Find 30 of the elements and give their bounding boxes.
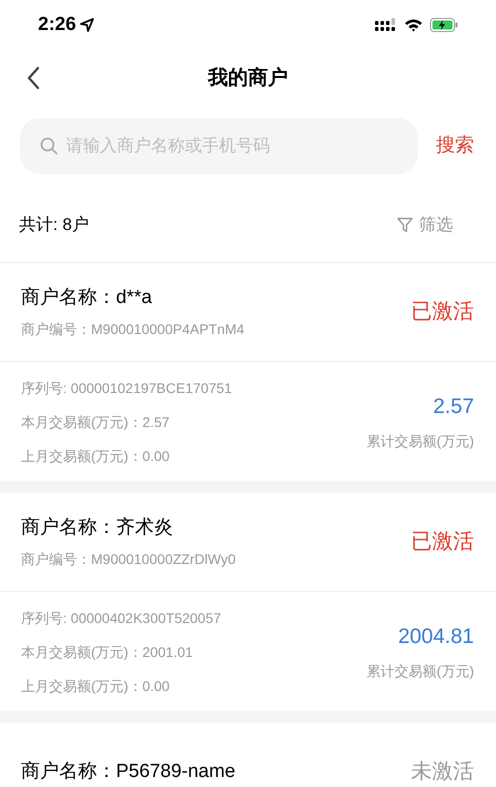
location-arrow-icon: [80, 18, 94, 32]
total-volume-label: 累计交易额(万元): [366, 432, 474, 450]
search-field[interactable]: 请输入商户名称或手机号码: [20, 118, 418, 174]
merchant-name: 商户名称：齐术炎: [21, 516, 174, 540]
page-title: 我的商户: [208, 66, 288, 90]
filter-icon: [397, 216, 413, 232]
back-chevron-icon: [27, 67, 39, 89]
merchant-count: 共计: 8户: [19, 214, 89, 236]
status-label: 未激活: [411, 759, 474, 786]
monthly-volume: 本月交易额(万元)：2.57: [21, 412, 171, 430]
last-month-volume: 上月交易额(万元)：0.00: [21, 446, 171, 464]
status-label: 已激活: [411, 299, 474, 326]
merchant-name: 商户名称：d**a: [21, 286, 153, 310]
signal-icon: [375, 18, 397, 32]
search-button[interactable]: 搜索: [436, 132, 474, 160]
last-month-volume: 上月交易额(万元)：0.00: [21, 676, 171, 694]
monthly-volume: 本月交易额(万元)：2001.01: [21, 642, 194, 660]
serial-number: 序列号: 00000402K300T520057: [21, 608, 222, 626]
serial-number: 序列号: 00000102197BCE170751: [21, 378, 232, 396]
total-volume: 2.57: [433, 394, 474, 420]
total-volume-label: 累计交易额(万元): [366, 662, 474, 680]
status-time: 2:26: [38, 12, 76, 37]
battery-charging-icon: [430, 18, 458, 32]
status-label: 已激活: [411, 529, 474, 556]
merchant-number: 商户编号：M900010000P4APTnM4: [21, 320, 244, 338]
total-volume: 2004.81: [398, 624, 474, 650]
search-icon: [40, 137, 58, 155]
merchant-number: 商户编号：M900010000ZZrDlWy0: [21, 550, 236, 568]
wifi-icon: [404, 18, 423, 32]
merchant-name: 商户名称：P56789-name: [21, 760, 236, 784]
